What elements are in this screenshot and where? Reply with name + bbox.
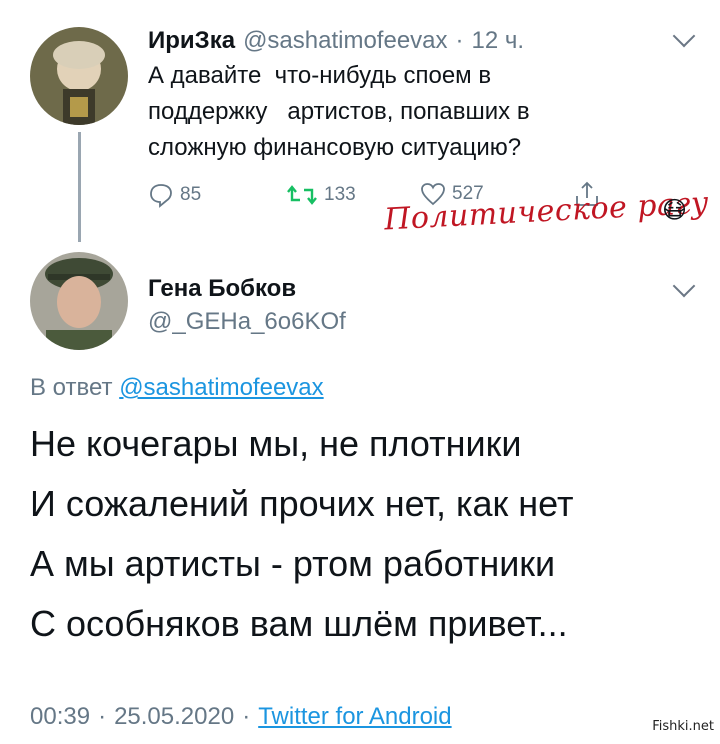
author-handle[interactable]: @sashatimofeevax (243, 27, 447, 55)
source-link[interactable]: Twitter for Android (258, 703, 451, 731)
site-watermark: Fishki.net (652, 719, 714, 734)
reply-icon (150, 184, 172, 208)
tweet-line: Не кочегары мы, не плотники (30, 423, 522, 464)
retweet-button[interactable]: 133 (286, 182, 356, 208)
retweet-count: 133 (324, 184, 356, 205)
tweet-line: И сожалений прочих нет, как нет (30, 483, 574, 524)
tweet-time[interactable]: 00:39 (30, 703, 90, 731)
separator: · (242, 703, 251, 730)
tweet-time[interactable]: 12 ч. (472, 27, 525, 55)
avatar-image (30, 27, 128, 125)
avatar-irizka[interactable] (30, 27, 128, 125)
chevron-down-icon[interactable] (672, 274, 696, 298)
author-name[interactable]: ИриЗка (148, 27, 235, 55)
tweet-line: А мы артисты - ртом работники (30, 543, 556, 584)
separator: · (98, 703, 107, 730)
mask-emoji: 😷 (662, 197, 688, 224)
chevron-down-icon[interactable] (672, 24, 696, 48)
reply-button[interactable]: 85 (148, 182, 201, 208)
separator: · (455, 27, 464, 54)
avatar-image (30, 252, 128, 350)
reply-label: В ответ (30, 374, 113, 401)
reply-count: 85 (180, 184, 202, 205)
author-handle[interactable]: @_GEHa_6o6KOf (148, 308, 346, 336)
thread-line (78, 132, 81, 242)
author-name[interactable]: Гена Бобков (148, 275, 296, 303)
tweet-date[interactable]: 25.05.2020 (114, 703, 234, 731)
tweet-text: А давайте что-нибудь споем в поддержку а… (148, 62, 530, 161)
avatar-gena[interactable] (30, 252, 128, 350)
tweet-line: С особняков вам шлём привет... (30, 603, 568, 644)
reply-to-link[interactable]: @sashatimofeevax (119, 374, 323, 401)
retweet-icon (287, 185, 317, 205)
